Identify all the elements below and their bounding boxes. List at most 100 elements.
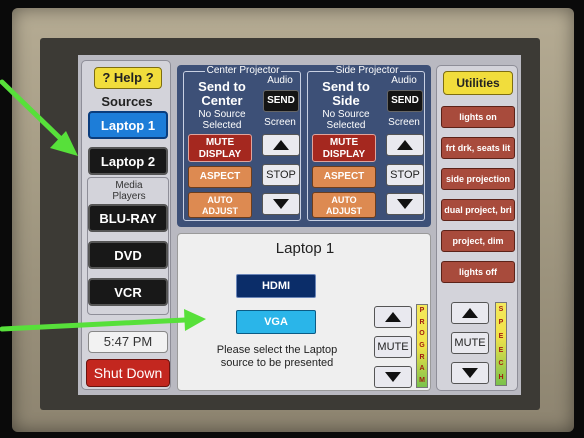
side-mute-line1: MUTE (329, 137, 359, 148)
program-letter: R (419, 318, 425, 326)
center-mute-line1: MUTE (205, 137, 235, 148)
speech-letter: P (498, 319, 504, 327)
arrow-up-icon (397, 140, 413, 150)
laptop-instruction-text: Please select the Laptop source to be pr… (192, 344, 362, 370)
arrow-down-icon (385, 372, 401, 382)
program-letter: P (419, 306, 425, 314)
media-players-heading: Media Players (88, 180, 170, 202)
arrow-up-icon (385, 312, 401, 322)
side-screen-down-button[interactable] (386, 193, 424, 215)
source-vcr-button[interactable]: VCR (88, 278, 168, 306)
program-letter: A (419, 365, 425, 373)
program-letter: O (419, 330, 425, 338)
center-audio-label: Audio (267, 75, 293, 86)
center-screen-down-button[interactable] (262, 193, 300, 215)
center-aspect-button[interactable]: ASPECT (188, 166, 252, 188)
side-screen-label: Screen (388, 117, 420, 128)
sources-heading: Sources (101, 94, 153, 109)
program-letter: G (419, 341, 425, 349)
speech-volume-down-button[interactable] (451, 362, 489, 384)
source-laptop-1-button[interactable]: Laptop 1 (88, 111, 168, 139)
side-screen-stop-button[interactable]: STOP (386, 164, 424, 186)
speech-letter: E (498, 346, 504, 354)
side-source-status: No Source Selected (312, 109, 380, 131)
side-mute-line2: DISPLAY (322, 149, 366, 160)
side-status-line2: Selected (326, 120, 366, 131)
laptop-detail-panel: Laptop 1 HDMI VGA Please select the Lapt… (177, 233, 431, 391)
center-screen-label: Screen (264, 117, 296, 128)
side-auto-adjust-button[interactable]: AUTO ADJUST (312, 192, 376, 218)
speech-mute-button[interactable]: MUTE (451, 332, 489, 354)
media-label-line2: Players (112, 191, 146, 202)
center-status-line2: Selected (202, 120, 242, 131)
center-mute-display-button[interactable]: MUTE DISPLAY (188, 134, 252, 162)
speech-letter: E (498, 333, 504, 341)
speech-volume-meter: S P E E C H (495, 302, 507, 386)
utility-side-projection-button[interactable]: side projection (441, 168, 515, 190)
detail-title: Laptop 1 (275, 240, 335, 257)
center-source-status: No Source Selected (188, 109, 256, 131)
send-to-center-line2: Center (201, 93, 243, 108)
center-auto-line1: AUTO (207, 195, 233, 205)
arrow-up-icon (462, 308, 478, 318)
side-audio-send-button[interactable]: SEND (387, 90, 423, 112)
speech-letter: H (498, 374, 504, 382)
source-bluray-button[interactable]: BLU-RAY (88, 204, 168, 232)
program-letter: R (419, 353, 425, 361)
send-to-side-button[interactable]: Send to Side (312, 80, 380, 108)
side-mute-display-button[interactable]: MUTE DISPLAY (312, 134, 376, 162)
utility-lights-off-button[interactable]: lights off (441, 261, 515, 283)
source-laptop-2-button[interactable]: Laptop 2 (88, 147, 168, 175)
arrow-down-icon (273, 199, 289, 209)
center-projector-group: Center Projector Send to Center No Sourc… (183, 65, 301, 221)
arrow-down-icon (462, 368, 478, 378)
arrow-down-icon (397, 199, 413, 209)
send-to-center-button[interactable]: Send to Center (188, 80, 256, 108)
speech-letter: C (498, 360, 504, 368)
send-to-side-line2: Side (332, 93, 360, 108)
center-auto-line2: ADJUST (201, 206, 238, 216)
center-audio-send-button[interactable]: SEND (263, 90, 299, 112)
send-to-center-line1: Send to (198, 79, 246, 94)
program-volume-meter: P R O G R A M (416, 304, 428, 388)
center-auto-adjust-button[interactable]: AUTO ADJUST (188, 192, 252, 218)
side-aspect-button[interactable]: ASPECT (312, 166, 376, 188)
program-volume-down-button[interactable] (374, 366, 412, 388)
side-screen-up-button[interactable] (386, 134, 424, 156)
clock-display: 5:47 PM (88, 331, 168, 353)
utility-lights-on-button[interactable]: lights on (441, 106, 515, 128)
projector-control-panel: Center Projector Send to Center No Sourc… (177, 65, 431, 227)
shut-down-button[interactable]: Shut Down (86, 359, 170, 387)
touch-panel-screen: ? Help ? Sources Laptop 1 Laptop 2 Media… (78, 55, 521, 395)
center-screen-up-button[interactable] (262, 134, 300, 156)
instruction-line2: source to be presented (220, 357, 334, 369)
side-auto-line1: AUTO (331, 195, 357, 205)
side-status-line1: No Source (322, 109, 370, 120)
instruction-line1: Please select the Laptop (216, 344, 338, 356)
utility-project-dim-button[interactable]: project, dim (441, 230, 515, 252)
program-letter: M (419, 377, 425, 385)
media-players-group: Media Players BLU-RAY DVD VCR (87, 177, 169, 315)
side-projector-group: Side Projector Send to Side No Source Se… (307, 65, 425, 221)
speech-letter: S (498, 305, 504, 313)
utilities-button[interactable]: Utilities (443, 71, 513, 95)
send-to-side-line1: Send to (322, 79, 370, 94)
program-volume-up-button[interactable] (374, 306, 412, 328)
side-audio-label: Audio (391, 75, 417, 86)
program-mute-button[interactable]: MUTE (374, 336, 412, 358)
center-screen-stop-button[interactable]: STOP (262, 164, 300, 186)
arrow-up-icon (273, 140, 289, 150)
hdmi-input-button[interactable]: HDMI (236, 274, 316, 298)
utility-front-dark-button[interactable]: frt drk, seats lit (441, 137, 515, 159)
center-status-line1: No Source (198, 109, 246, 120)
side-auto-line2: ADJUST (325, 206, 362, 216)
speech-volume-up-button[interactable] (451, 302, 489, 324)
help-button[interactable]: ? Help ? (94, 67, 162, 89)
vga-input-button[interactable]: VGA (236, 310, 316, 334)
center-mute-line2: DISPLAY (198, 149, 242, 160)
media-label-line1: Media (115, 180, 143, 191)
source-dvd-button[interactable]: DVD (88, 241, 168, 269)
sources-column: ? Help ? Sources Laptop 1 Laptop 2 Media… (81, 60, 171, 390)
utilities-column: Utilities lights on frt drk, seats lit s… (436, 65, 518, 391)
utility-dual-project-button[interactable]: dual project, bri (441, 199, 515, 221)
